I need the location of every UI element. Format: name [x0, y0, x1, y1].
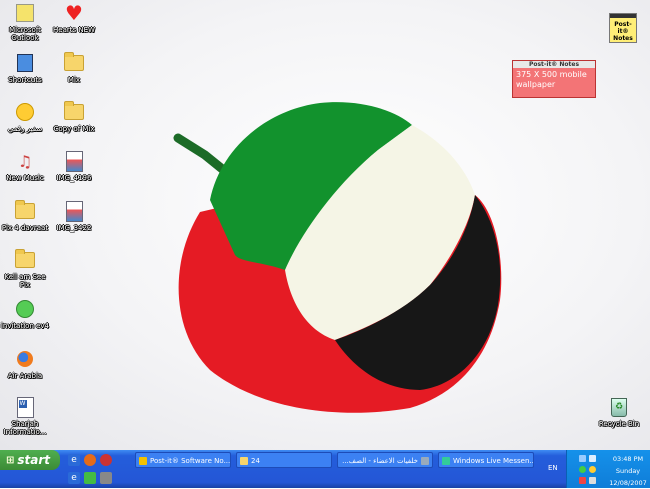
- tray-network-icon[interactable]: [579, 455, 586, 462]
- messenger-icon: [442, 457, 450, 465]
- system-tray: 03:48 PM Sunday 12/08/2007: [566, 450, 650, 488]
- desktop-icon-air-arabia[interactable]: Air Arabia: [0, 348, 50, 380]
- folder-icon: [240, 457, 248, 465]
- desktop-icon-kell[interactable]: Kell am See Pix: [0, 249, 50, 289]
- music-icon: ♫: [17, 151, 33, 171]
- quicklaunch-ie-icon[interactable]: e: [68, 472, 80, 484]
- task-folder-24[interactable]: 24: [236, 452, 332, 468]
- clock[interactable]: 03:48 PM Sunday 12/08/2007: [607, 453, 649, 489]
- desktop-icon-smiley[interactable]: سفير رقمي: [0, 101, 50, 133]
- heart-icon: ♥: [65, 1, 83, 25]
- shortcuts-icon: [14, 52, 36, 74]
- desktop-icon-shortcuts[interactable]: Shortcuts: [0, 52, 50, 84]
- windows-logo-icon: ⊞: [6, 454, 15, 466]
- folder-icon: [14, 200, 36, 222]
- desktop-icon-img-4196[interactable]: IMG_4196: [49, 150, 99, 182]
- postit-notes-icon[interactable]: Post-it® Notes: [609, 13, 637, 43]
- tray-messenger-icon[interactable]: [579, 466, 586, 473]
- desktop-icon-mix[interactable]: Mix: [49, 52, 99, 84]
- browser-icon: [421, 457, 429, 465]
- desktop-icon-pix[interactable]: Pix 4 davraat: [0, 200, 50, 232]
- desktop-icon-sharjah[interactable]: W Sharjah Informatio...: [0, 396, 50, 436]
- task-browser-arabic[interactable]: خلفيات الاعضاء - الصف...: [337, 452, 433, 468]
- task-windows-live-messenger[interactable]: Windows Live Messen...: [438, 452, 534, 468]
- postit-app-icon: [139, 457, 147, 465]
- messenger-icon: [14, 298, 36, 320]
- quicklaunch-media-icon[interactable]: [100, 472, 112, 484]
- desktop-icon-recycle-bin[interactable]: ♻ Recycle Bin: [594, 396, 644, 428]
- quicklaunch-ie-icon[interactable]: e: [68, 454, 80, 466]
- recycle-bin-icon: ♻: [608, 396, 630, 418]
- smiley-icon: [14, 101, 36, 123]
- image-file-icon: [63, 150, 85, 172]
- folder-icon: [14, 249, 36, 271]
- sticky-note[interactable]: Post-it® Notes 375 X 500 mobile wallpape…: [512, 60, 596, 98]
- word-document-icon: W: [14, 396, 36, 418]
- taskbar: ⊞ start e e Post-it® Software No... 24 خ…: [0, 450, 650, 488]
- tray-app-icon[interactable]: [589, 477, 596, 484]
- task-postit-software[interactable]: Post-it® Software No...: [135, 452, 231, 468]
- sticky-note-text: 375 X 500 mobile wallpaper: [516, 70, 587, 89]
- language-indicator[interactable]: EN: [548, 464, 558, 472]
- sticky-note-header: Post-it® Notes: [513, 61, 595, 68]
- start-button[interactable]: ⊞ start: [0, 450, 60, 470]
- quicklaunch-firefox-icon[interactable]: [84, 454, 96, 466]
- desktop-icon-new-music[interactable]: ♫ New Music: [0, 150, 50, 183]
- tray-security-icon[interactable]: [589, 466, 596, 473]
- tray-app-icon[interactable]: [579, 477, 586, 484]
- folder-icon: [63, 101, 85, 123]
- desktop: Microsoft Outlook ♥ Hearts NEW Shortcuts…: [0, 0, 650, 450]
- desktop-icon-outlook[interactable]: Microsoft Outlook: [0, 2, 50, 42]
- outlook-icon: [14, 2, 36, 24]
- desktop-icon-copy-mix[interactable]: Copy of Mix: [49, 101, 99, 133]
- quicklaunch-app-icon[interactable]: [100, 454, 112, 466]
- desktop-icon-invitation[interactable]: invitation ev4: [0, 298, 50, 330]
- image-file-icon: [63, 200, 85, 222]
- quicklaunch-messenger-icon[interactable]: [84, 472, 96, 484]
- firefox-icon: [14, 348, 36, 370]
- folder-icon: [63, 52, 85, 74]
- desktop-icon-img-3422[interactable]: IMG_3422: [49, 200, 99, 232]
- desktop-icon-hearts[interactable]: ♥ Hearts NEW: [49, 1, 99, 34]
- tray-volume-icon[interactable]: [589, 455, 596, 462]
